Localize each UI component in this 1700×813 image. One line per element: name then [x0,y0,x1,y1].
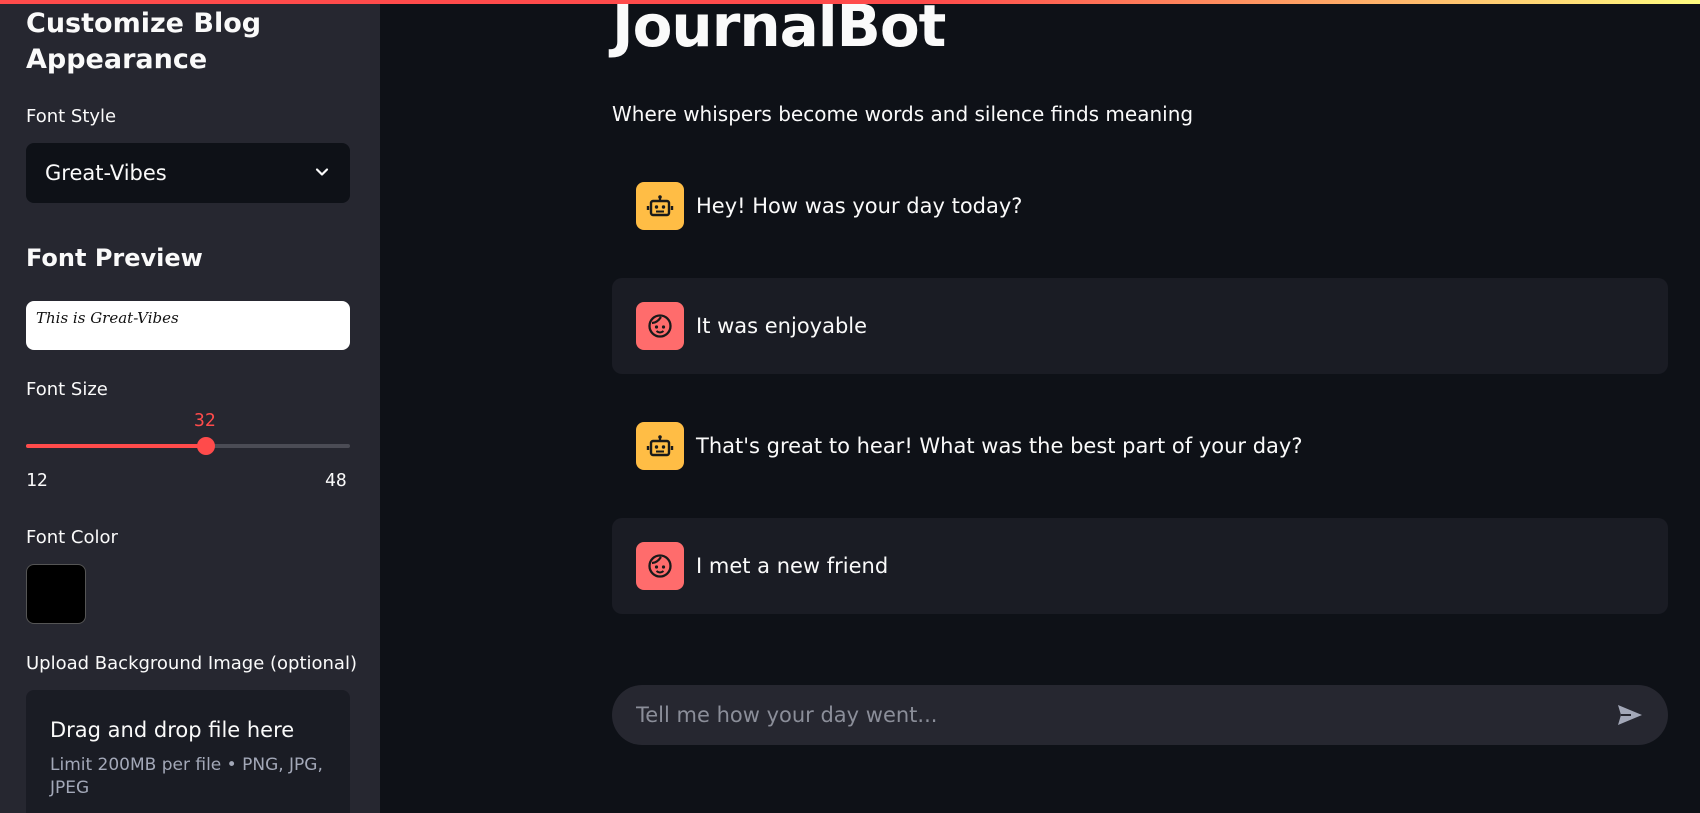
chat-message-user: I met a new friend [612,518,1668,614]
font-size-min: 12 [26,470,48,491]
font-size-label: Font Size [26,379,108,400]
font-color-picker[interactable] [26,564,86,624]
chevron-down-icon [314,161,330,185]
font-size-slider-thumb[interactable] [197,437,216,455]
font-preview-heading: Font Preview [26,244,203,272]
chat-input-bar [612,685,1668,745]
chat-message-text: It was enjoyable [696,314,868,338]
file-dropzone[interactable]: Drag and drop file here Limit 200MB per … [26,690,350,813]
user-face-icon [636,542,684,590]
chat-message-user: It was enjoyable [612,278,1668,374]
chat-input[interactable] [636,703,1612,727]
user-face-icon [636,302,684,350]
upload-label: Upload Background Image (optional) [26,653,357,674]
chat-message-text: That's great to hear! What was the best … [696,434,1303,458]
font-size-max: 48 [325,470,347,491]
font-preview-box: This is Great-Vibes [26,301,350,350]
page-subtitle: Where whispers become words and silence … [612,102,1194,126]
top-decoration-bar [0,0,1700,4]
chat-message-text: Hey! How was your day today? [696,194,1023,218]
main-content: JournalBot Where whispers become words a… [380,0,1700,813]
font-style-selected-value: Great-Vibes [45,161,167,185]
dropzone-title: Drag and drop file here [50,718,295,742]
font-size-value: 32 [194,410,216,431]
send-icon[interactable] [1612,697,1648,733]
font-style-label: Font Style [26,106,117,127]
font-size-slider-fill [26,444,207,448]
font-style-select[interactable]: Great-Vibes [26,143,350,203]
page-title: JournalBot [612,0,946,60]
font-preview-text: This is Great-Vibes [36,309,179,327]
font-color-label: Font Color [26,527,118,548]
robot-icon [636,182,684,230]
chat-message-assistant: Hey! How was your day today? [612,158,1668,254]
robot-icon [636,422,684,470]
chat-message-text: I met a new friend [696,554,889,578]
dropzone-limits: Limit 200MB per file • PNG, JPG, JPEG [50,755,323,798]
sidebar-title: Customize Blog Appearance [26,8,262,75]
sidebar: Customize Blog Appearance Font Style Gre… [0,0,380,813]
font-size-slider-track[interactable] [26,437,350,455]
chat-message-assistant: That's great to hear! What was the best … [612,398,1668,494]
